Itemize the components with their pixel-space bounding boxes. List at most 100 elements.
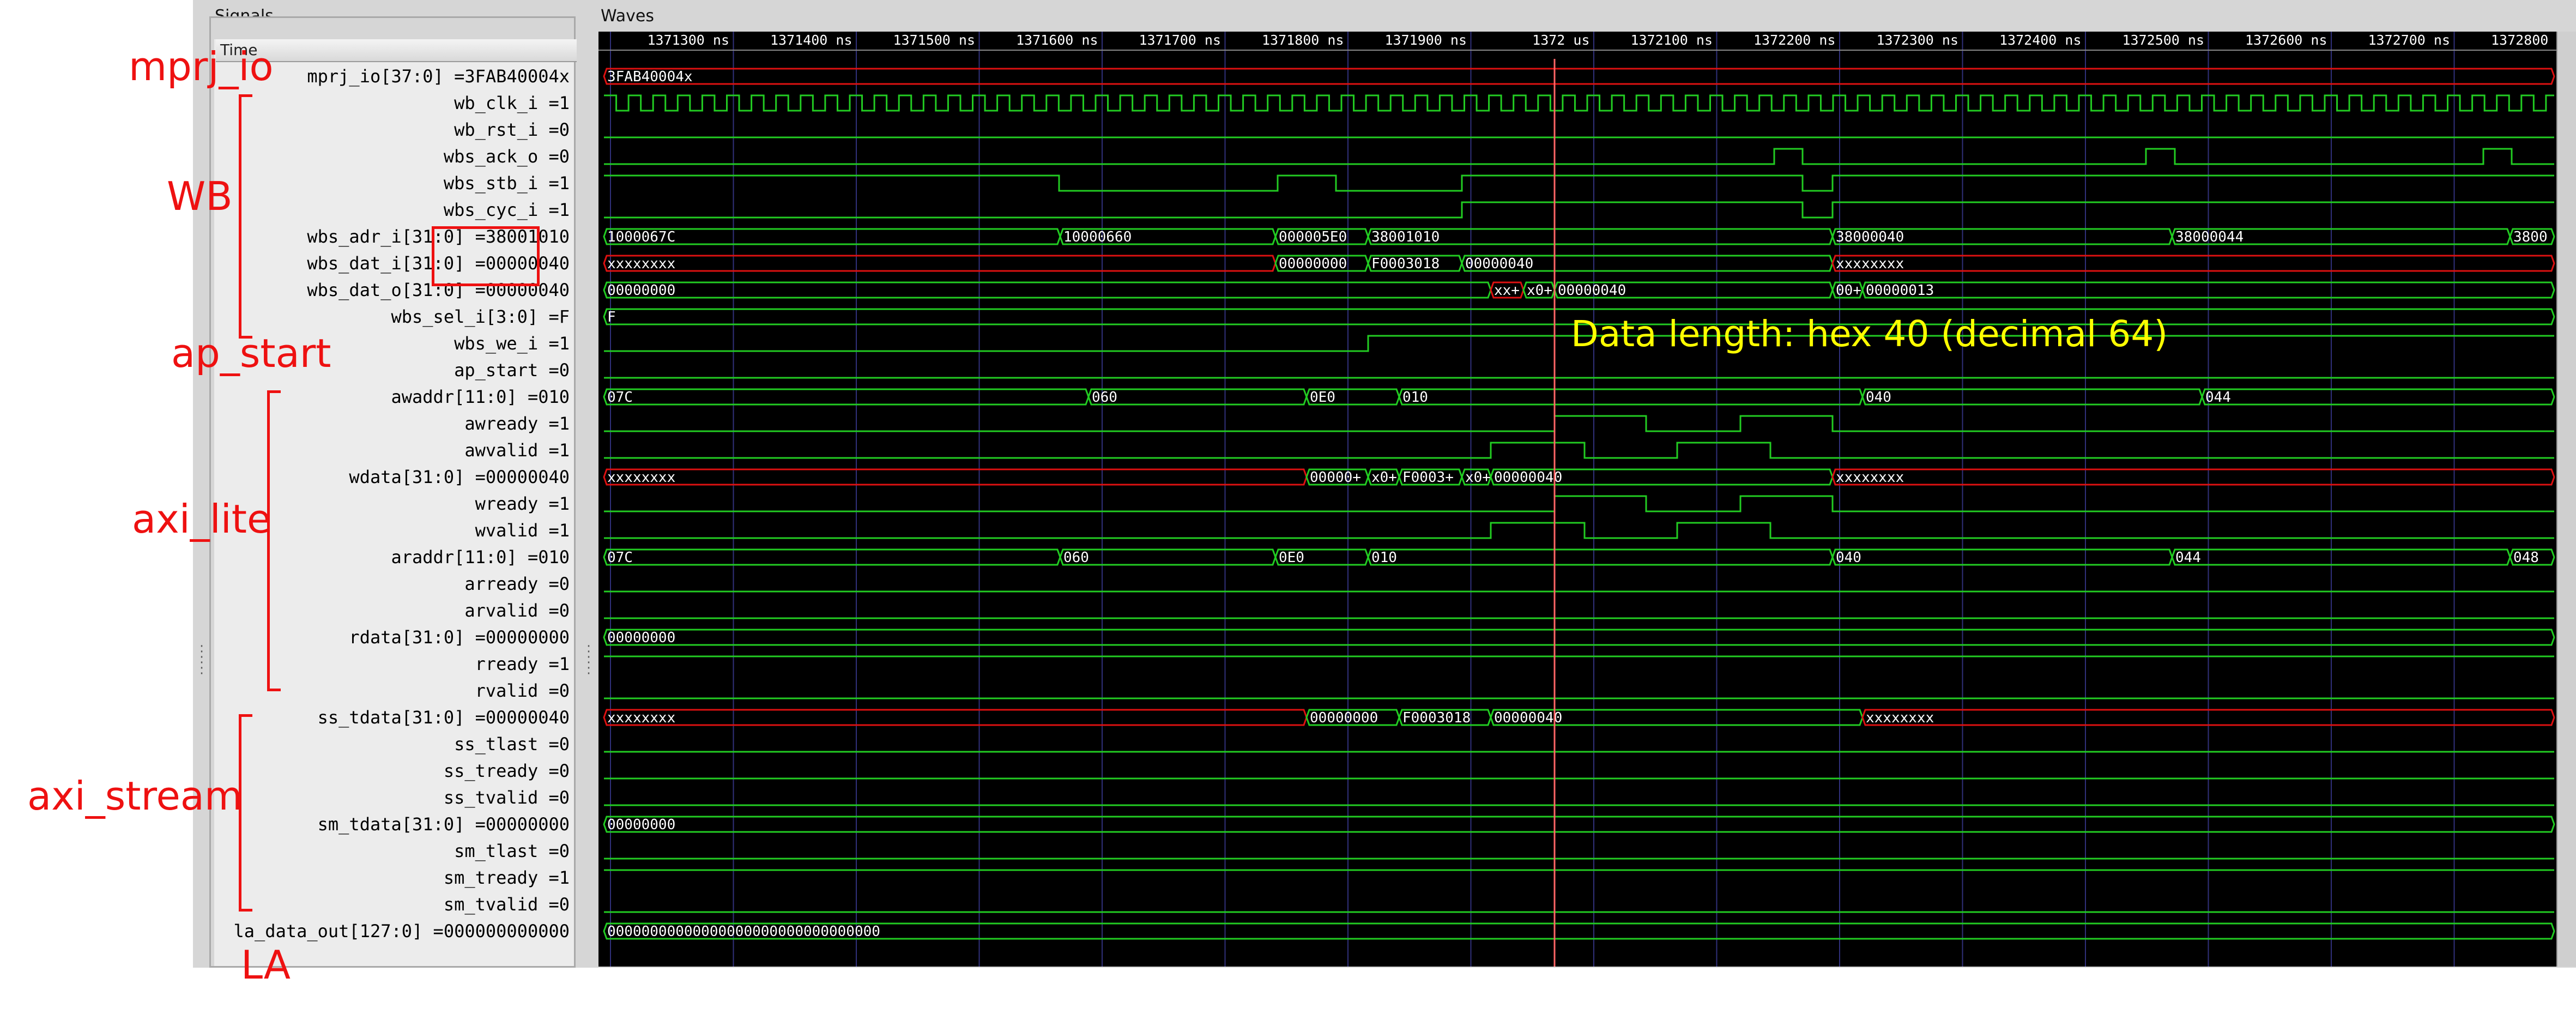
signal-name: wbs_sel_i[3:0] — [391, 306, 539, 327]
signal-equals: = — [464, 627, 486, 648]
signal-row[interactable]: wvalid =1 — [475, 518, 570, 543]
vertical-scrollbar[interactable] — [2556, 32, 2576, 967]
bus-value-label: x0+ — [1465, 469, 1491, 486]
signal-value: 1 — [559, 93, 570, 113]
signal-equals: = — [464, 814, 486, 835]
signal-row[interactable]: rdata[31:0] =00000000 — [349, 625, 570, 650]
signal-name: wb_rst_i — [454, 119, 539, 140]
signal-row[interactable]: rvalid =0 — [475, 678, 570, 703]
bus-value-label: F0003018 — [1371, 256, 1440, 272]
waveform-canvas[interactable]: 1371300 ns 1371400 ns 1371500 ns 1371600 ns… — [598, 32, 2573, 967]
signal-name: wvalid — [475, 520, 539, 541]
signal-row[interactable]: wbs_cyc_i =1 — [444, 197, 570, 222]
signal-value: 0 — [559, 146, 570, 167]
bus-value-label: xxxxxxxx — [1836, 256, 1904, 272]
bus-value-label: 00000000 — [607, 630, 675, 646]
signal-row[interactable]: ap_start =0 — [454, 358, 570, 383]
bus-value-label: 040 — [1866, 389, 1891, 406]
signal-value: 00000040 — [485, 467, 570, 487]
signal-row[interactable]: la_data_out[127:0] =000000000000 — [234, 919, 570, 944]
time-tick-label: 1371500 ns — [893, 32, 975, 48]
signal-name: awaddr[11:0] — [391, 387, 517, 407]
signal-row[interactable]: sm_tready =1 — [444, 865, 570, 890]
highlight-box — [432, 226, 540, 286]
bus-segment — [603, 468, 1308, 486]
signal-row[interactable]: araddr[11:0] =010 — [391, 545, 570, 570]
annotation-wb: WB — [167, 173, 233, 219]
bus-value-label: 00000000 — [1310, 710, 1378, 726]
digital-wave — [604, 442, 2554, 459]
bus-value-label: 040 — [1836, 550, 1861, 566]
signal-row[interactable]: ss_tlast =0 — [454, 732, 570, 757]
signal-name: arready — [464, 574, 539, 594]
signal-row[interactable]: wdata[31:0] =00000040 — [349, 464, 570, 490]
signal-value: 010 — [538, 387, 570, 407]
signal-equals: = — [538, 146, 559, 167]
time-tick-label: 1371600 ns — [1016, 32, 1098, 48]
signal-row[interactable]: wready =1 — [475, 491, 570, 516]
signal-row[interactable]: sm_tvalid =0 — [444, 892, 570, 917]
waves-panel[interactable]: 1371300 ns 1371400 ns 1371500 ns 1371600 ns… — [598, 32, 2573, 967]
middle-splitter-handle[interactable]: · · · · · · — [585, 641, 592, 692]
signal-equals: = — [538, 360, 559, 381]
signal-equals: = — [538, 440, 559, 461]
signal-row[interactable]: awready =1 — [464, 411, 570, 436]
signal-value: 1 — [559, 413, 570, 434]
signal-equals: = — [538, 520, 559, 541]
signal-value: 0 — [559, 600, 570, 621]
annotation-axi-stream: axi_stream — [27, 773, 243, 819]
signal-value: 0 — [559, 360, 570, 381]
bus-segment — [2171, 548, 2511, 566]
signal-row[interactable]: wb_rst_i =0 — [454, 117, 570, 142]
signal-row[interactable]: sm_tdata[31:0] =00000000 — [318, 812, 570, 837]
signal-value: 00000000 — [485, 627, 570, 648]
bus-value-label: 07C — [607, 389, 633, 406]
signal-value: F — [559, 306, 570, 327]
signal-name: ss_tlast — [454, 734, 539, 755]
time-tick-label: 1371700 ns — [1139, 32, 1221, 48]
bus-value-label: 00000040 — [1558, 282, 1626, 299]
signal-name: sm_tlast — [454, 841, 539, 861]
signal-row[interactable]: ss_tdata[31:0] =00000040 — [318, 705, 570, 730]
bus-value-label: xxxxxxxx — [607, 469, 675, 486]
signal-row[interactable]: wbs_we_i =1 — [454, 331, 570, 356]
signal-equals: = — [538, 119, 559, 140]
bus-value-label: 060 — [1063, 550, 1089, 566]
signal-row[interactable]: ss_tvalid =0 — [444, 785, 570, 810]
signal-equals: = — [422, 921, 444, 941]
bus-value-label: 044 — [2175, 550, 2201, 566]
signal-row[interactable]: sm_tlast =0 — [454, 838, 570, 864]
bus-segment — [603, 709, 1308, 726]
signal-name: wready — [475, 493, 539, 514]
signal-value: 0 — [559, 680, 570, 701]
bus-value-label: 3FAB40004x — [607, 69, 693, 85]
signal-equals: = — [538, 200, 559, 220]
bus-value-label: 07C — [607, 550, 633, 566]
signal-name: wbs_we_i — [454, 333, 539, 354]
signal-name: la_data_out[127:0] — [233, 921, 423, 941]
signal-row[interactable]: arvalid =0 — [464, 598, 570, 623]
signal-row[interactable]: wbs_ack_o =0 — [444, 144, 570, 169]
digital-wave — [604, 522, 2554, 539]
signal-row[interactable]: awaddr[11:0] =010 — [391, 384, 570, 409]
signal-row[interactable]: wb_clk_i =1 — [454, 90, 570, 116]
signal-row[interactable]: wbs_sel_i[3:0] =F — [391, 304, 570, 329]
signal-name: mprj_io[37:0] — [307, 66, 444, 87]
bus-value-label: 00000+ — [1310, 469, 1361, 486]
signal-name: wbs_stb_i — [443, 173, 539, 194]
signal-row[interactable]: arready =0 — [464, 571, 570, 596]
bus-segment — [603, 255, 1277, 272]
data-length-note: Data length: hex 40 (decimal 64) — [1571, 313, 2168, 355]
signal-row[interactable]: wbs_stb_i =1 — [444, 171, 570, 196]
bus-segment — [603, 281, 1492, 299]
signal-row[interactable]: ss_tready =0 — [444, 758, 570, 783]
signal-row[interactable]: mprj_io[37:0] =3FAB40004x — [307, 64, 570, 89]
signal-row[interactable]: awvalid =1 — [464, 438, 570, 463]
signal-value: 010 — [538, 547, 570, 568]
left-splitter-handle[interactable]: · · · · · · — [198, 641, 205, 692]
signal-value: 1 — [559, 333, 570, 354]
signal-row[interactable]: rready =1 — [475, 651, 570, 677]
bus-value-label: 000005E0 — [1279, 229, 1347, 245]
signal-value: 0 — [559, 734, 570, 755]
bus-value-label: xxxxxxxx — [1836, 469, 1904, 486]
